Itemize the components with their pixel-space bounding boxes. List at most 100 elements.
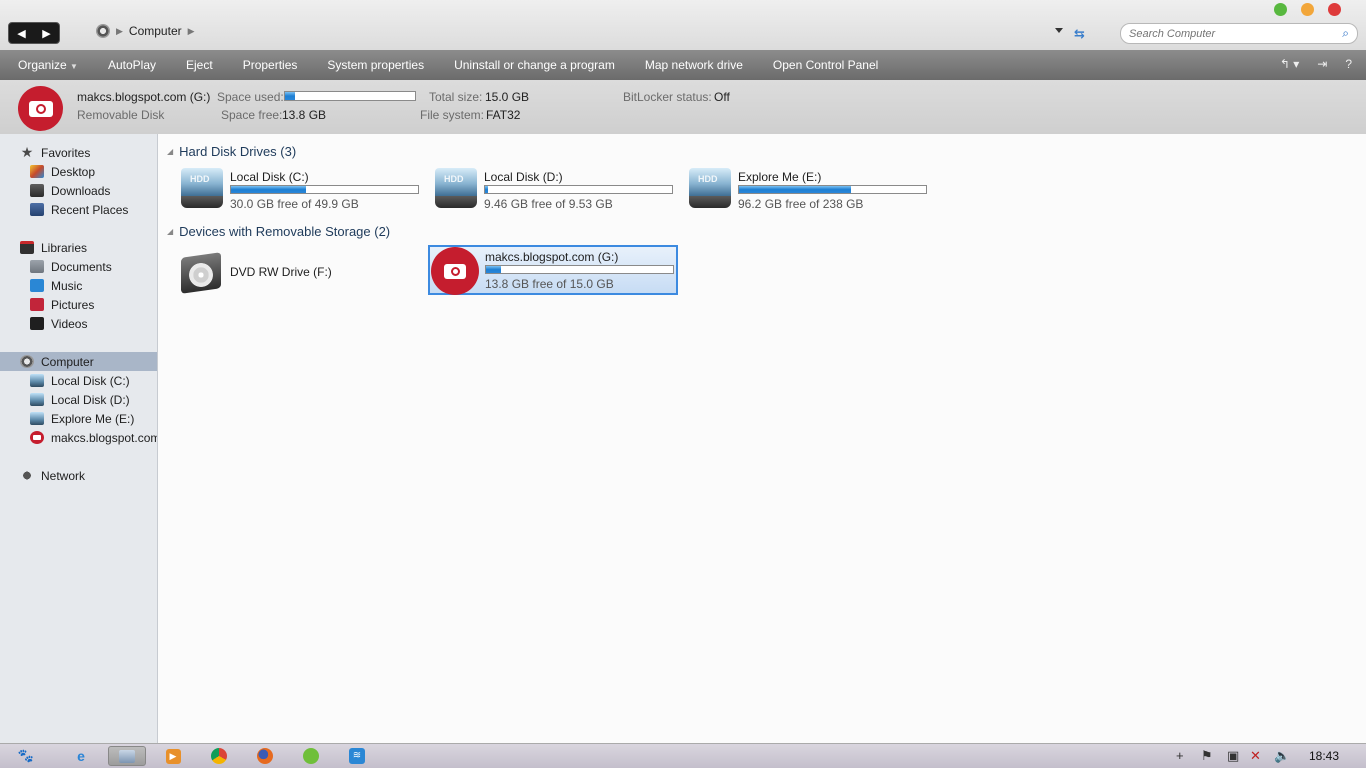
open-control-panel-button[interactable]: Open Control Panel — [758, 58, 893, 72]
sidebar-item-label: Desktop — [51, 164, 96, 179]
network-status-icon[interactable]: ✕ — [1250, 748, 1261, 764]
space-free-value: 13.8 GB — [282, 108, 327, 122]
drive-usage-fill — [486, 266, 501, 273]
total-size-label: Total size: — [429, 90, 483, 104]
map-network-drive-button[interactable]: Map network drive — [630, 58, 758, 72]
search-box[interactable]: ⌕ — [1120, 23, 1358, 44]
drive-tile-dvd-f[interactable]: DVD RW Drive (F:) — [159, 246, 409, 296]
start-button[interactable]: 🐾 — [6, 746, 46, 766]
hard-disk-icon — [181, 168, 223, 210]
network-icon — [20, 469, 34, 482]
uninstall-program-button[interactable]: Uninstall or change a program — [439, 58, 630, 72]
breadcrumb-computer[interactable]: Computer — [129, 24, 182, 38]
music-icon — [30, 279, 44, 292]
flag-icon[interactable]: ⚑ — [1201, 748, 1213, 764]
details-pane: makcs.blogspot.com (G:) Removable Disk S… — [0, 80, 1366, 134]
sidebar-item-music[interactable]: Music — [0, 276, 157, 295]
close-button[interactable] — [1328, 3, 1341, 16]
search-input[interactable] — [1129, 27, 1343, 40]
pictures-icon — [30, 298, 44, 311]
drive-tile-c[interactable]: Local Disk (C:) 30.0 GB free of 49.9 GB — [159, 166, 419, 216]
system-properties-button[interactable]: System properties — [312, 58, 439, 72]
computer-icon — [96, 24, 110, 38]
drive-tile-d[interactable]: Local Disk (D:) 9.46 GB free of 9.53 GB — [413, 166, 673, 216]
hard-disk-icon — [30, 374, 44, 387]
sidebar-item-label: Local Disk (D:) — [51, 392, 130, 407]
chrome-icon[interactable] — [208, 746, 230, 766]
documents-icon — [30, 260, 44, 273]
address-dropdown-icon[interactable] — [1055, 28, 1063, 33]
file-list: ◢ Hard Disk Drives (3) Local Disk (C:) 3… — [159, 134, 1366, 743]
sidebar-item-label: Computer — [41, 354, 94, 369]
refresh-icon[interactable]: ⇆ — [1074, 26, 1090, 41]
collapse-icon[interactable]: ◢ — [167, 227, 173, 236]
autoplay-button[interactable]: AutoPlay — [93, 58, 171, 72]
sidebar-item-recent-places[interactable]: Recent Places — [0, 200, 157, 219]
sidebar-item-documents[interactable]: Documents — [0, 257, 157, 276]
help-icon[interactable]: ? — [1345, 57, 1352, 71]
total-size-value: 15.0 GB — [485, 90, 530, 104]
space-used-fill — [285, 92, 296, 100]
group-header-hard-disks[interactable]: ◢ Hard Disk Drives (3) — [167, 144, 296, 159]
sidebar-item-downloads[interactable]: Downloads — [0, 181, 157, 200]
minimize-button[interactable] — [1301, 3, 1314, 16]
sidebar-item-local-disk-d[interactable]: Local Disk (D:) — [0, 390, 157, 409]
drive-tile-e[interactable]: Explore Me (E:) 96.2 GB free of 238 GB — [667, 166, 927, 216]
sidebar-item-desktop[interactable]: Desktop — [0, 162, 157, 181]
maximize-button[interactable] — [1274, 3, 1287, 16]
usb-device-icon[interactable]: ▣ — [1227, 748, 1239, 764]
drive-name: makcs.blogspot.com (G:) — [485, 250, 619, 264]
sidebar-item-pictures[interactable]: Pictures — [0, 295, 157, 314]
search-icon[interactable]: ⌕ — [1342, 26, 1349, 41]
address-bar[interactable]: ▶ Computer ▶ — [96, 24, 195, 38]
view-options-icon[interactable]: ↰ ▾ — [1280, 57, 1299, 71]
drive-tile-g[interactable]: makcs.blogspot.com (G:) 13.8 GB free of … — [428, 245, 678, 295]
sidebar-item-label: Libraries — [41, 240, 88, 255]
sidebar-item-network[interactable]: Network — [0, 466, 157, 485]
preview-pane-icon[interactable]: ⇥ — [1317, 57, 1327, 71]
app-icon[interactable] — [300, 746, 322, 766]
drive-name: Local Disk (C:) — [230, 170, 309, 184]
downloads-icon — [30, 184, 44, 197]
space-free-label: Space free: — [221, 108, 283, 122]
sidebar-item-videos[interactable]: Videos — [0, 314, 157, 333]
back-icon[interactable]: ◀ — [12, 27, 32, 40]
camera-drive-icon — [18, 86, 63, 131]
file-explorer-icon[interactable] — [108, 746, 146, 766]
breadcrumb-arrow-icon[interactable]: ▶ — [116, 26, 123, 37]
volume-icon[interactable]: 🔈 — [1274, 748, 1290, 764]
sidebar-item-makcs-drive[interactable]: makcs.blogspot.com — [0, 428, 158, 447]
drive-free-space: 9.46 GB free of 9.53 GB — [484, 197, 613, 211]
collapse-icon[interactable]: ◢ — [167, 147, 173, 156]
sidebar-item-favorites[interactable]: ★ Favorites — [0, 143, 157, 162]
organize-button[interactable]: Organize ▼ — [0, 58, 93, 72]
eject-button[interactable]: Eject — [171, 58, 228, 72]
sidebar-item-libraries[interactable]: Libraries — [0, 238, 157, 257]
media-player-icon[interactable]: ▶ — [162, 746, 184, 766]
clock[interactable]: 18:43 — [1309, 749, 1339, 763]
group-header-removable[interactable]: ◢ Devices with Removable Storage (2) — [167, 224, 390, 239]
drive-name: DVD RW Drive (F:) — [230, 265, 332, 279]
navigation-pane: ★ Favorites Desktop Downloads Recent Pla… — [0, 134, 158, 743]
star-icon: ★ — [20, 144, 34, 160]
sidebar-item-label: Downloads — [51, 183, 111, 198]
sidebar-item-local-disk-c[interactable]: Local Disk (C:) — [0, 371, 157, 390]
drive-usage-meter — [738, 185, 927, 194]
sidebar-item-computer[interactable]: Computer — [0, 352, 157, 371]
sidebar-item-explore-me-e[interactable]: Explore Me (E:) — [0, 409, 157, 428]
camera-drive-icon — [431, 247, 479, 295]
sidebar-item-label: makcs.blogspot.com — [51, 430, 158, 445]
breadcrumb-arrow-icon[interactable]: ▶ — [188, 26, 195, 37]
sidebar-item-label: Local Disk (C:) — [51, 373, 130, 388]
hard-disk-icon — [689, 168, 731, 210]
forward-icon[interactable]: ▶ — [37, 27, 57, 40]
wifi-app-icon[interactable]: ≋ — [346, 746, 368, 766]
show-hidden-icons-icon[interactable]: + — [1176, 748, 1184, 763]
dvd-drive-icon — [179, 247, 223, 295]
command-bar: Organize ▼ AutoPlay Eject Properties Sys… — [0, 50, 1366, 80]
drive-usage-fill — [739, 186, 852, 193]
internet-explorer-icon[interactable]: e — [70, 746, 92, 766]
sidebar-item-label: Pictures — [51, 297, 95, 312]
firefox-icon[interactable] — [254, 746, 276, 766]
properties-button[interactable]: Properties — [228, 58, 313, 72]
